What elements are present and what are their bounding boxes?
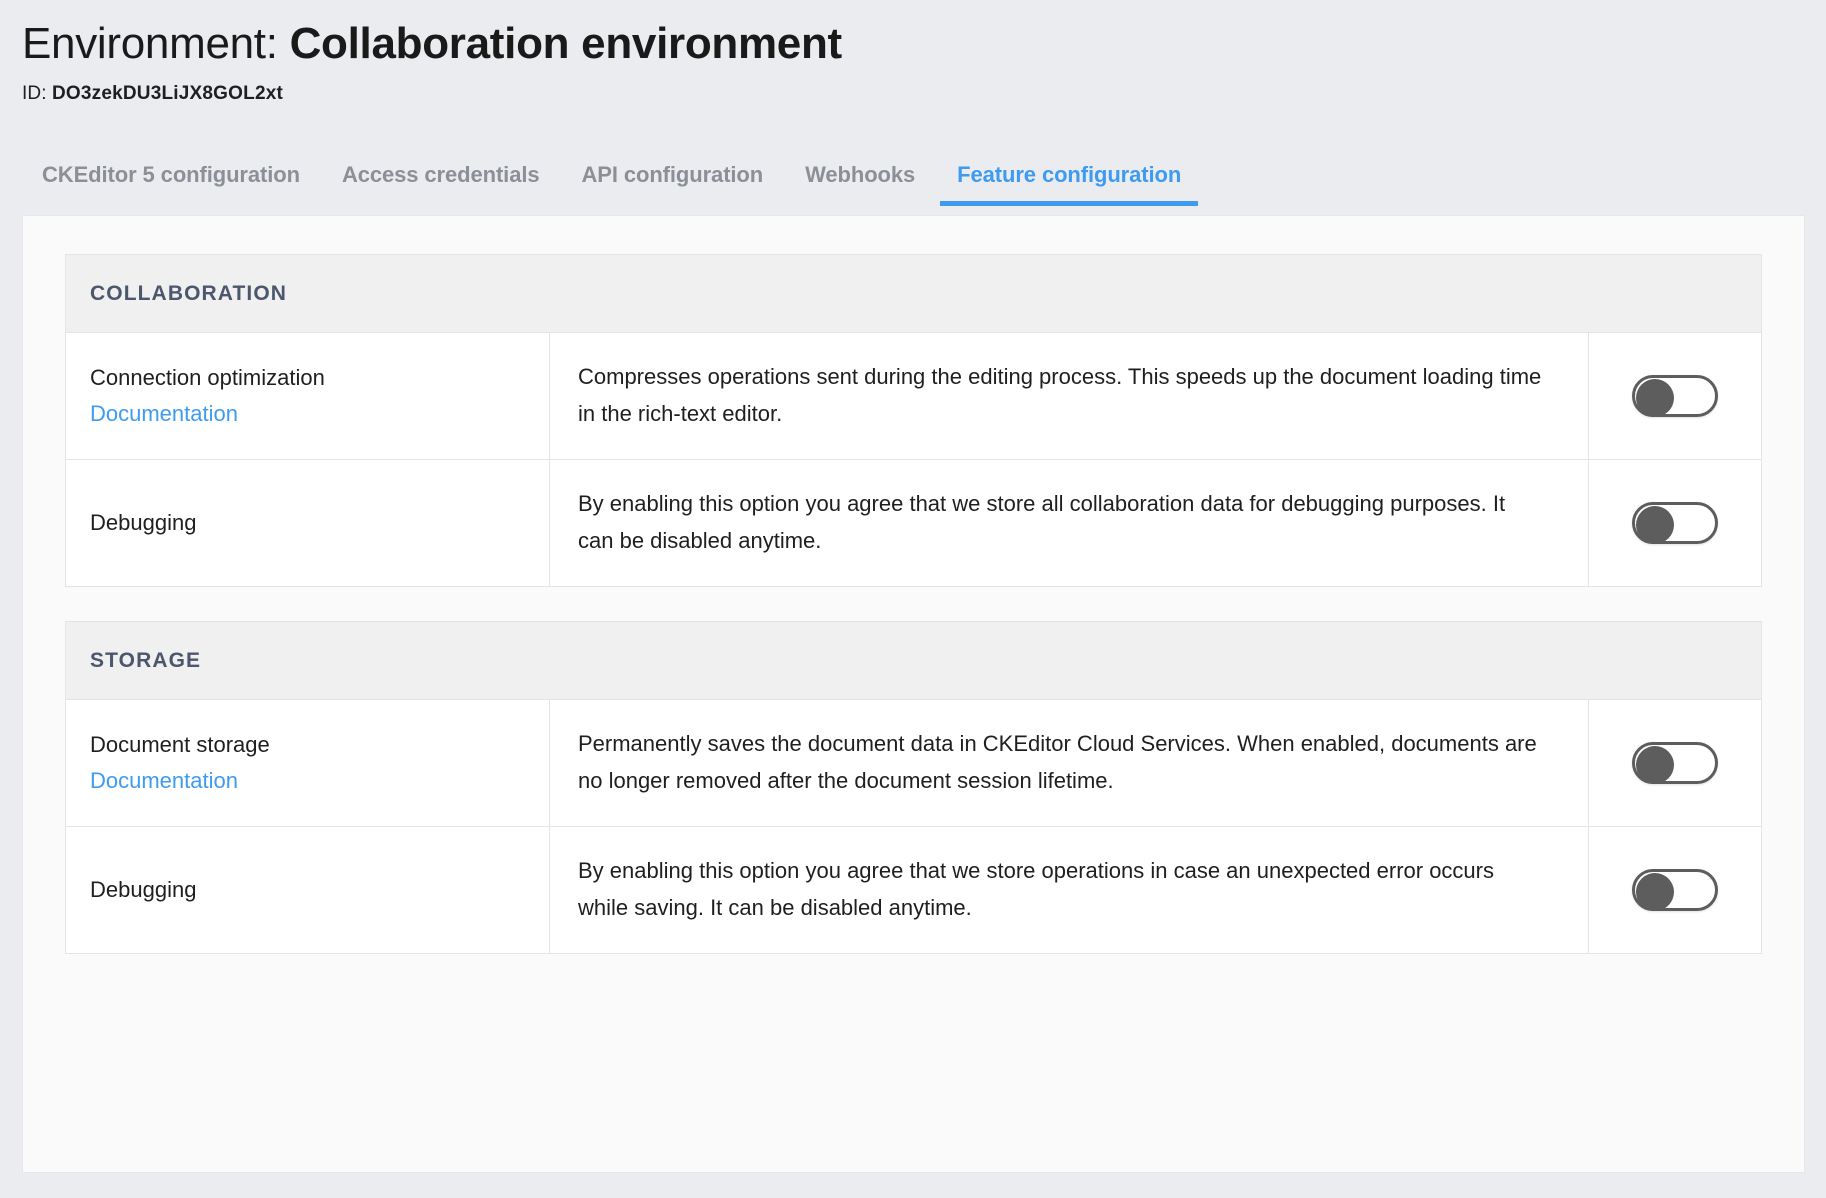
environment-feature-configuration-page: Environment: Collaboration environment I… <box>0 0 1826 1198</box>
section-collaboration: COLLABORATION Connection optimization Do… <box>65 254 1762 587</box>
feature-label: Debugging <box>90 876 197 902</box>
table-row: Connection optimization Documentation Co… <box>66 333 1761 460</box>
tab-webhooks[interactable]: Webhooks <box>784 161 936 206</box>
storage-debugging-toggle[interactable] <box>1632 868 1718 911</box>
toggle-knob <box>1636 505 1674 544</box>
feature-label: Debugging <box>90 509 197 535</box>
section-storage: STORAGE Document storage Documentation P… <box>65 620 1762 954</box>
feature-configuration-card: COLLABORATION Connection optimization Do… <box>22 215 1805 1173</box>
environment-id-label: ID: <box>22 82 47 104</box>
table-row: Debugging By enabling this option you ag… <box>66 826 1761 954</box>
feature-toggle-cell <box>1589 827 1761 953</box>
page-title: Environment: Collaboration environment <box>22 18 1826 70</box>
tab-feature-configuration[interactable]: Feature configuration <box>936 161 1202 206</box>
section-header: STORAGE <box>66 621 1761 700</box>
tab-api-configuration[interactable]: API configuration <box>560 161 784 206</box>
feature-name-cell: Debugging <box>66 459 550 586</box>
feature-description-cell: By enabling this option you agree that w… <box>550 459 1589 586</box>
tab-ckeditor-5-configuration[interactable]: CKEditor 5 configuration <box>24 161 321 206</box>
feature-name-cell: Document storage Documentation <box>66 699 550 826</box>
connection-optimization-toggle[interactable] <box>1632 374 1718 417</box>
document-storage-toggle[interactable] <box>1632 741 1718 784</box>
feature-sections: COLLABORATION Connection optimization Do… <box>23 216 1804 954</box>
environment-id: ID: DO3zekDU3LiJX8GOL2xt <box>22 83 1826 105</box>
environment-name: Collaboration environment <box>289 19 843 68</box>
feature-description: Permanently saves the document data in C… <box>578 730 1537 793</box>
tab-access-credentials[interactable]: Access credentials <box>321 161 561 206</box>
toggle-knob <box>1636 745 1674 784</box>
feature-toggle-cell <box>1589 460 1761 586</box>
feature-toggle-cell <box>1589 333 1761 459</box>
feature-description: By enabling this option you agree that w… <box>578 490 1506 553</box>
tab-label: Webhooks <box>805 161 916 187</box>
documentation-link[interactable]: Documentation <box>90 765 238 797</box>
feature-label: Connection optimization <box>90 365 325 391</box>
feature-description-cell: Compresses operations sent during the ed… <box>550 333 1589 459</box>
section-title: COLLABORATION <box>90 282 288 305</box>
feature-label: Document storage <box>90 731 270 757</box>
feature-name-cell: Debugging <box>66 826 550 953</box>
tab-label: API configuration <box>581 161 764 187</box>
feature-toggle-cell <box>1589 700 1761 826</box>
feature-description-cell: By enabling this option you agree that w… <box>550 826 1589 953</box>
feature-description: Compresses operations sent during the ed… <box>578 364 1542 426</box>
table-row: Document storage Documentation Permanent… <box>66 699 1761 827</box>
collaboration-debugging-toggle[interactable] <box>1632 501 1718 544</box>
tab-label: Access credentials <box>341 161 540 187</box>
documentation-link[interactable]: Documentation <box>90 398 238 430</box>
page-title-prefix: Environment: <box>22 19 278 68</box>
toggle-knob <box>1636 378 1674 417</box>
tab-label: Feature configuration <box>957 161 1182 187</box>
feature-name-cell: Connection optimization Documentation <box>66 333 550 459</box>
feature-description: By enabling this option you agree that w… <box>578 857 1494 920</box>
tab-label: CKEditor 5 configuration <box>42 161 300 187</box>
table-row: Debugging By enabling this option you ag… <box>66 459 1761 587</box>
page-header: Environment: Collaboration environment I… <box>0 0 1826 105</box>
section-header: COLLABORATION <box>66 255 1761 333</box>
section-title: STORAGE <box>90 648 202 672</box>
environment-id-value: DO3zekDU3LiJX8GOL2xt <box>51 82 284 104</box>
feature-description-cell: Permanently saves the document data in C… <box>550 699 1589 826</box>
tab-bar: CKEditor 5 configuration Access credenti… <box>0 142 1826 206</box>
toggle-knob <box>1636 872 1674 911</box>
